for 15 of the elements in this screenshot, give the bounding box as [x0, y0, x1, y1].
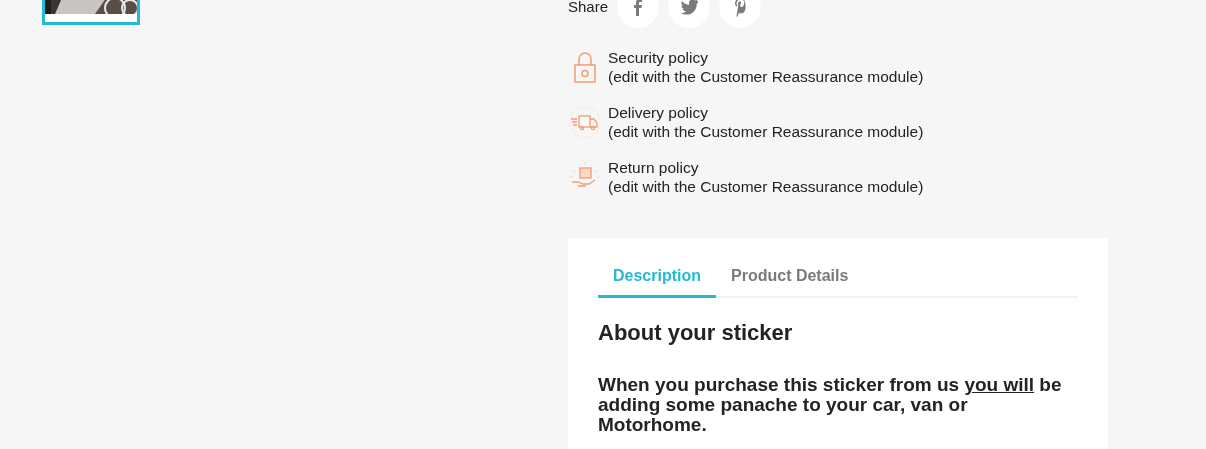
twitter-icon [680, 0, 698, 15]
policy-title: Return policy [608, 158, 700, 177]
share-label: Share [568, 0, 609, 17]
facebook-icon [634, 0, 643, 16]
section-heading: About your sticker [598, 319, 794, 347]
policy-note: (edit with the Customer Reassurance module) [608, 177, 924, 196]
tab[interactable]: Product Details [716, 260, 864, 298]
delivery-truck-icon [568, 105, 602, 139]
policy-title: Security policy [608, 48, 709, 67]
pinterest-icon [734, 0, 746, 17]
policy-note: (edit with the Customer Reassurance module) [608, 67, 924, 86]
policy-title: Delivery policy [608, 103, 709, 122]
policy-note: (edit with the Customer Reassurance module) [608, 122, 924, 141]
tab[interactable]: Description [598, 260, 716, 298]
description-subheading: When you purchase this sticker from us you will be adding some panache to your car, van or Motorhome. [598, 375, 1063, 435]
